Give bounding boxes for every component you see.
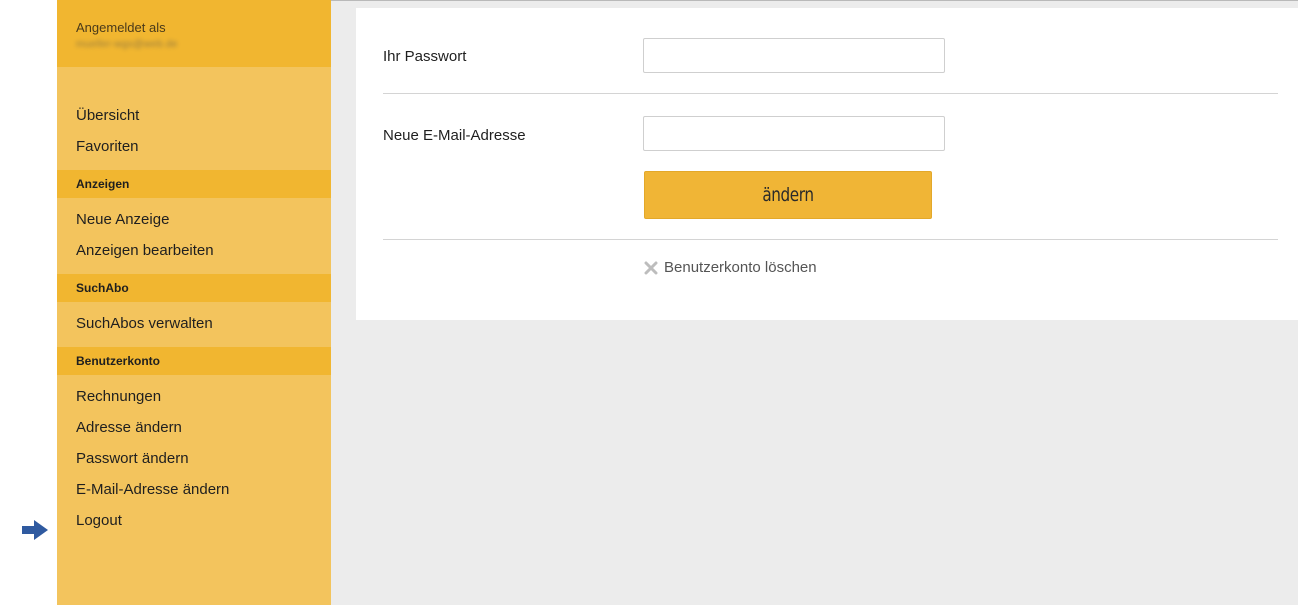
section-header-ads: Anzeigen xyxy=(57,170,331,198)
sidebar-item-overview[interactable]: Übersicht xyxy=(57,100,331,131)
nav-group-ads: Neue Anzeige Anzeigen bearbeiten xyxy=(57,198,331,274)
sidebar-item-manage-searchabos[interactable]: SuchAbos verwalten xyxy=(57,308,331,339)
sidebar: Angemeldet als mueller-wgs@web.de Übersi… xyxy=(57,0,331,605)
change-button[interactable]: ändern xyxy=(644,171,932,219)
change-email-form: Ihr Passwort Neue E-Mail-Adresse ändern … xyxy=(356,8,1298,320)
sidebar-item-change-password[interactable]: Passwort ändern xyxy=(57,443,331,474)
new-email-label: Neue E-Mail-Adresse xyxy=(383,127,526,144)
pointer-arrow-icon xyxy=(22,520,48,540)
divider xyxy=(383,239,1278,240)
divider xyxy=(383,93,1278,94)
new-email-input[interactable] xyxy=(643,116,945,151)
section-header-account: Benutzerkonto xyxy=(57,347,331,375)
sidebar-item-invoices[interactable]: Rechnungen xyxy=(57,381,331,412)
nav-group-main: Übersicht Favoriten xyxy=(57,67,331,170)
password-label: Ihr Passwort xyxy=(383,48,467,65)
nav-group-searchabo: SuchAbos verwalten xyxy=(57,302,331,347)
nav-group-account: Rechnungen Adresse ändern Passwort änder… xyxy=(57,375,331,544)
x-icon xyxy=(644,261,658,274)
sidebar-item-new-ad[interactable]: Neue Anzeige xyxy=(57,204,331,235)
delete-account-link[interactable]: Benutzerkonto löschen xyxy=(644,259,817,276)
login-label: Angemeldet als xyxy=(76,20,166,35)
change-button-label: ändern xyxy=(762,184,814,206)
sidebar-item-logout[interactable]: Logout xyxy=(57,505,331,536)
sidebar-item-change-address[interactable]: Adresse ändern xyxy=(57,412,331,443)
section-header-searchabo: SuchAbo xyxy=(57,274,331,302)
delete-account-label: Benutzerkonto löschen xyxy=(664,259,817,276)
sidebar-item-edit-ads[interactable]: Anzeigen bearbeiten xyxy=(57,235,331,266)
sidebar-item-change-email[interactable]: E-Mail-Adresse ändern xyxy=(57,474,331,505)
login-info: Angemeldet als mueller-wgs@web.de xyxy=(57,0,331,67)
login-email: mueller-wgs@web.de xyxy=(76,39,178,50)
sidebar-item-favorites[interactable]: Favoriten xyxy=(57,131,331,162)
top-border xyxy=(331,0,1298,1)
password-input[interactable] xyxy=(643,38,945,73)
